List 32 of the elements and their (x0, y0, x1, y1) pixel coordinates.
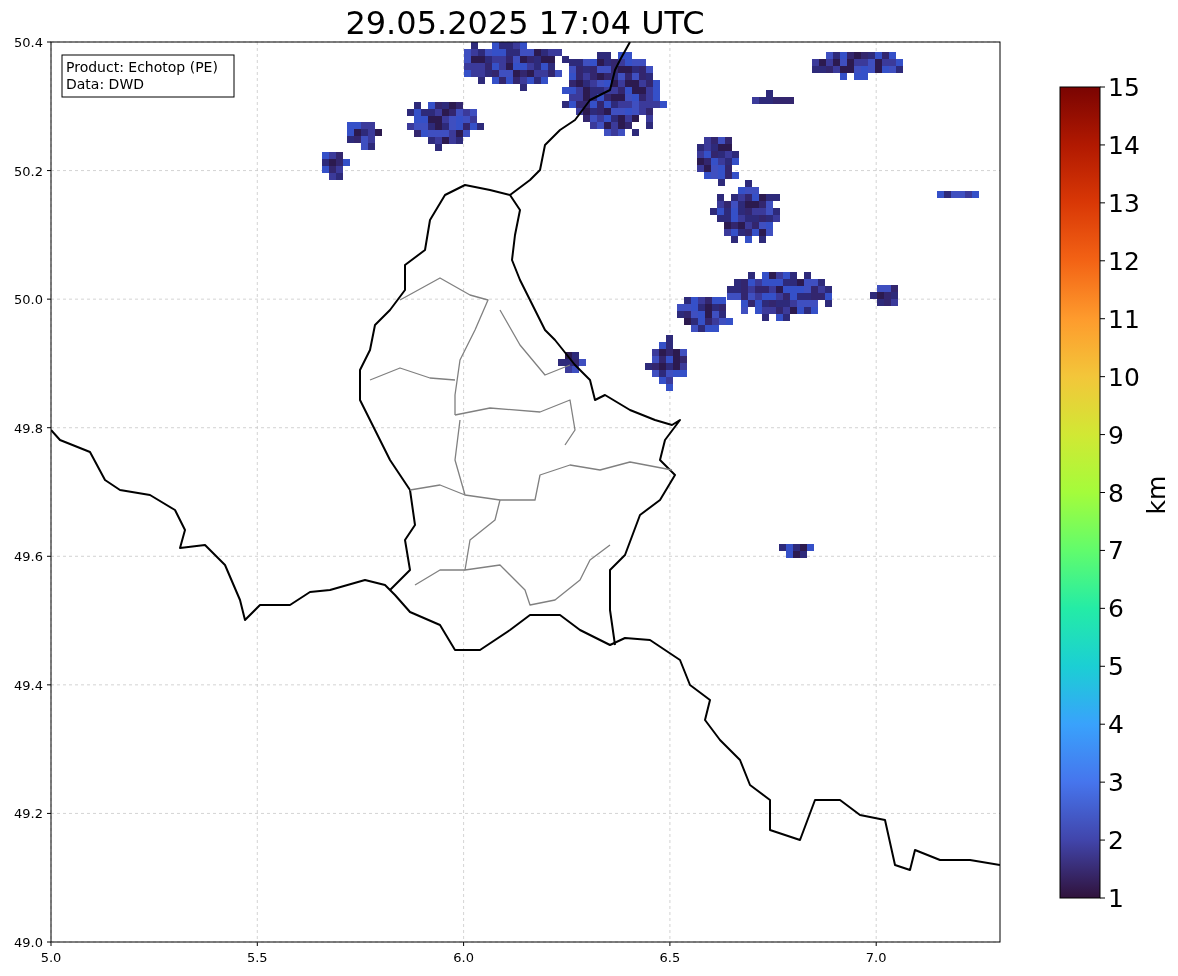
colorbar-tick-label: 6 (1108, 594, 1124, 624)
x-tick-label: 7.0 (865, 950, 887, 965)
colorbar-tick-label: 5 (1108, 652, 1124, 682)
y-tick-label: 50.2 (14, 163, 43, 179)
colorbar-tick-label: 2 (1108, 826, 1124, 856)
y-tick-label: 49.6 (14, 549, 43, 565)
colorbar-tick-label: 3 (1108, 768, 1124, 798)
colorbar-tick-label: 10 (1108, 362, 1140, 392)
x-tick-label: 5.0 (40, 950, 62, 965)
colorbar-tick-label: 1 (1108, 884, 1124, 913)
x-tick-label: 6.5 (659, 950, 681, 965)
y-tick-label: 49.4 (14, 677, 43, 693)
x-tick-label: 5.5 (246, 950, 268, 965)
colorbar-tick-label: 12 (1108, 246, 1140, 276)
colorbar-tick-label: 14 (1108, 130, 1140, 160)
y-tick-label: 50.0 (14, 292, 43, 308)
y-tick-label: 49.8 (14, 420, 43, 436)
legend-text: Product: Echotop (PE) (66, 59, 218, 75)
colorbar-label: km (1142, 475, 1171, 515)
colorbar-tick-label: 7 (1108, 536, 1124, 566)
y-tick-label: 49.2 (14, 806, 43, 822)
y-tick-label: 49.0 (14, 935, 43, 950)
colorbar-tick-label: 13 (1108, 188, 1140, 218)
x-tick-label: 6.0 (453, 950, 474, 965)
legend-text: Data: DWD (66, 76, 144, 92)
chart-title: 29.05.2025 17:04 UTC (345, 4, 705, 42)
colorbar-tick-label: 4 (1108, 710, 1124, 740)
colorbar-tick-label: 9 (1108, 420, 1124, 450)
colorbar-tick-label: 8 (1108, 478, 1124, 508)
colorbar-tick-label: 15 (1108, 73, 1140, 102)
y-tick-label: 50.4 (14, 35, 43, 50)
colorbar-tick-label: 11 (1108, 304, 1140, 334)
